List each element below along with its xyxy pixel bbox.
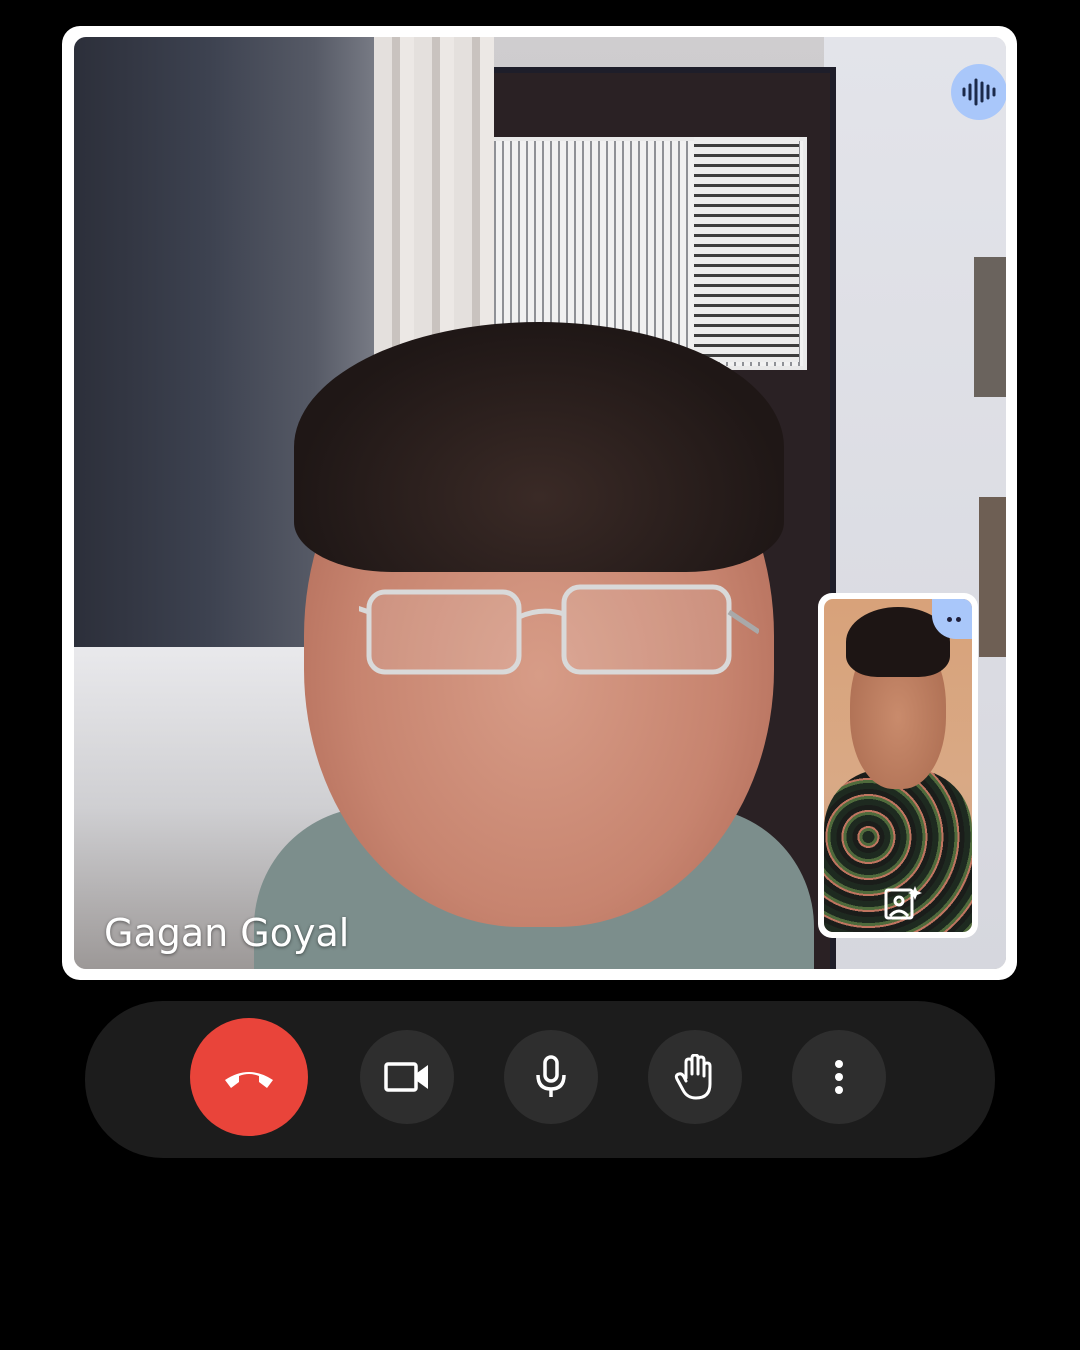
raise-hand-button[interactable] — [648, 1030, 742, 1124]
participant-hair — [294, 322, 784, 572]
call-controls-bar — [85, 1001, 995, 1158]
camera-button[interactable] — [360, 1030, 454, 1124]
more-vert-icon — [835, 1060, 843, 1094]
participant-name-label: Gagan Goyal — [104, 911, 350, 955]
microphone-button[interactable] — [504, 1030, 598, 1124]
speaking-indicator — [951, 64, 1006, 120]
end-call-button[interactable] — [190, 1018, 308, 1136]
participant-glasses — [359, 584, 759, 675]
self-view-video — [824, 599, 972, 932]
audio-waveform-icon — [962, 78, 996, 106]
self-view-tile[interactable] — [818, 593, 978, 938]
hand-icon — [674, 1054, 712, 1100]
video-background-frame — [979, 497, 1006, 657]
video-background-frame — [974, 257, 1006, 397]
visual-effects-icon[interactable] — [882, 884, 922, 924]
videocam-icon — [384, 1062, 428, 1092]
video-background-air-conditioner-vent — [694, 137, 799, 362]
mic-icon — [536, 1055, 566, 1097]
more-options-button[interactable] — [792, 1030, 886, 1124]
phone-hangup-icon — [225, 1072, 273, 1088]
